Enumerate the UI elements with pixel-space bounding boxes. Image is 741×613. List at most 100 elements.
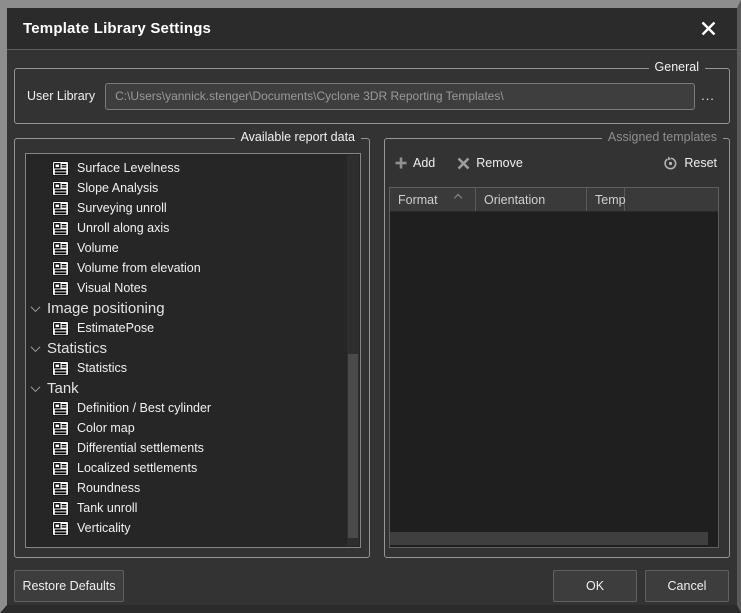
remove-button-label: Remove bbox=[476, 156, 523, 170]
report-template-icon bbox=[52, 201, 69, 216]
tree-group-header[interactable]: Tank bbox=[26, 378, 360, 398]
tree-item[interactable]: Roundness bbox=[26, 478, 360, 498]
undo-rotate-icon bbox=[663, 156, 678, 171]
report-template-icon bbox=[52, 241, 69, 256]
report-template-icon bbox=[52, 181, 69, 196]
remove-button[interactable]: Remove bbox=[457, 156, 523, 170]
tree-item[interactable]: Differential settlements bbox=[26, 438, 360, 458]
report-template-icon bbox=[52, 481, 69, 496]
tree-item-label: Unroll along axis bbox=[77, 221, 169, 235]
column-header-label: Orientation bbox=[484, 193, 545, 207]
tree-item[interactable]: Slope Analysis bbox=[26, 178, 360, 198]
available-report-data-group: Available report data Surface Levelness bbox=[14, 138, 370, 558]
report-template-icon bbox=[52, 261, 69, 276]
column-header-label: Format bbox=[398, 193, 438, 207]
tree-item-label: Volume from elevation bbox=[77, 261, 201, 275]
tree-item-label: Surface Levelness bbox=[77, 161, 180, 175]
chevron-down-icon bbox=[31, 302, 41, 312]
x-icon bbox=[457, 157, 470, 170]
table-header-row: Format Orientation Temp bbox=[390, 188, 718, 212]
add-button-label: Add bbox=[413, 156, 435, 170]
browse-button[interactable]: ... bbox=[695, 84, 721, 108]
tree-vertical-scrollbar[interactable] bbox=[347, 155, 359, 546]
tree-item-label: Roundness bbox=[77, 481, 140, 495]
tree-item-label: Verticality bbox=[77, 521, 131, 535]
tree-group-header[interactable]: Statistics bbox=[26, 338, 360, 358]
report-template-icon bbox=[52, 221, 69, 236]
tree-item-label: Definition / Best cylinder bbox=[77, 401, 211, 415]
tree-item[interactable]: Unroll along axis bbox=[26, 218, 360, 238]
tree-group-label: Image positioning bbox=[47, 300, 165, 317]
tree-item-label: Visual Notes bbox=[77, 281, 147, 295]
chevron-down-icon bbox=[31, 382, 41, 392]
reset-button[interactable]: Reset bbox=[663, 156, 717, 171]
report-data-tree[interactable]: Surface Levelness Slope Analysis bbox=[25, 153, 361, 548]
table-horizontal-scrollbar[interactable] bbox=[390, 532, 708, 545]
report-template-icon bbox=[52, 421, 69, 436]
cancel-button[interactable]: Cancel bbox=[645, 570, 729, 602]
tree-item[interactable]: EstimatePose bbox=[26, 318, 360, 338]
add-button[interactable]: Add bbox=[395, 156, 435, 170]
tree-item-label: Tank unroll bbox=[77, 501, 137, 515]
report-template-icon bbox=[52, 401, 69, 416]
template-library-settings-dialog: Template Library Settings General User L… bbox=[0, 0, 741, 613]
report-template-icon bbox=[52, 321, 69, 336]
tree-item[interactable]: Verticality bbox=[26, 518, 360, 538]
assigned-templates-legend: Assigned templates bbox=[602, 130, 723, 144]
tree-item[interactable]: Definition / Best cylinder bbox=[26, 398, 360, 418]
tree-item-label: Differential settlements bbox=[77, 441, 204, 455]
tree-item[interactable]: Surveying unroll bbox=[26, 198, 360, 218]
tree-scrollbar-thumb[interactable] bbox=[348, 354, 358, 538]
tree-item[interactable]: Visual Notes bbox=[26, 278, 360, 298]
report-template-icon bbox=[52, 521, 69, 536]
tree-item-label: Surveying unroll bbox=[77, 201, 167, 215]
report-template-icon bbox=[52, 501, 69, 516]
tree-item[interactable]: Volume from elevation bbox=[26, 258, 360, 278]
user-library-path-input[interactable] bbox=[105, 83, 695, 110]
tree-item-label: Slope Analysis bbox=[77, 181, 158, 195]
tree-item-label: Localized settlements bbox=[77, 461, 197, 475]
tree-item-label: Color map bbox=[77, 421, 135, 435]
reset-button-label: Reset bbox=[684, 156, 717, 170]
report-template-icon bbox=[52, 461, 69, 476]
plus-icon bbox=[395, 157, 407, 169]
tree-item[interactable]: Color map bbox=[26, 418, 360, 438]
table-body[interactable] bbox=[390, 212, 718, 532]
restore-defaults-button[interactable]: Restore Defaults bbox=[14, 570, 124, 602]
assigned-templates-group: Assigned templates Add Remove bbox=[384, 138, 730, 558]
tree-item[interactable]: Surface Levelness bbox=[26, 158, 360, 178]
tree-content: Surface Levelness Slope Analysis bbox=[26, 154, 360, 538]
assigned-templates-table: Format Orientation Temp bbox=[389, 187, 719, 548]
tree-group-label: Tank bbox=[47, 380, 79, 397]
report-template-icon bbox=[52, 361, 69, 376]
table-column-header[interactable]: Orientation bbox=[476, 188, 587, 211]
assigned-templates-toolbar: Add Remove Reset bbox=[395, 151, 717, 175]
tree-item[interactable]: Volume bbox=[26, 238, 360, 258]
tree-item-label: Statistics bbox=[77, 361, 127, 375]
report-template-icon bbox=[52, 161, 69, 176]
available-report-data-legend: Available report data bbox=[235, 130, 361, 144]
tree-group-header[interactable]: Image positioning bbox=[26, 298, 360, 318]
column-header-label: Temp bbox=[595, 193, 626, 207]
general-group-legend: General bbox=[649, 60, 705, 74]
close-button[interactable] bbox=[695, 16, 721, 42]
tree-item-label: EstimatePose bbox=[77, 321, 154, 335]
tree-item[interactable]: Statistics bbox=[26, 358, 360, 378]
close-icon bbox=[700, 20, 717, 37]
table-column-header[interactable] bbox=[625, 188, 718, 211]
general-group: General User Library ... bbox=[14, 68, 730, 124]
tree-group-label: Statistics bbox=[47, 340, 107, 357]
sort-ascending-icon bbox=[454, 194, 462, 202]
report-template-icon bbox=[52, 281, 69, 296]
chevron-down-icon bbox=[31, 342, 41, 352]
ok-button[interactable]: OK bbox=[553, 570, 637, 602]
user-library-label: User Library bbox=[27, 89, 95, 103]
table-column-header[interactable]: Format bbox=[390, 188, 476, 211]
table-column-header[interactable]: Temp bbox=[587, 188, 625, 211]
tree-item[interactable]: Tank unroll bbox=[26, 498, 360, 518]
dialog-title: Template Library Settings bbox=[23, 20, 211, 37]
user-library-row: User Library ... bbox=[15, 69, 729, 123]
tree-item-label: Volume bbox=[77, 241, 119, 255]
tree-item[interactable]: Localized settlements bbox=[26, 458, 360, 478]
report-template-icon bbox=[52, 441, 69, 456]
